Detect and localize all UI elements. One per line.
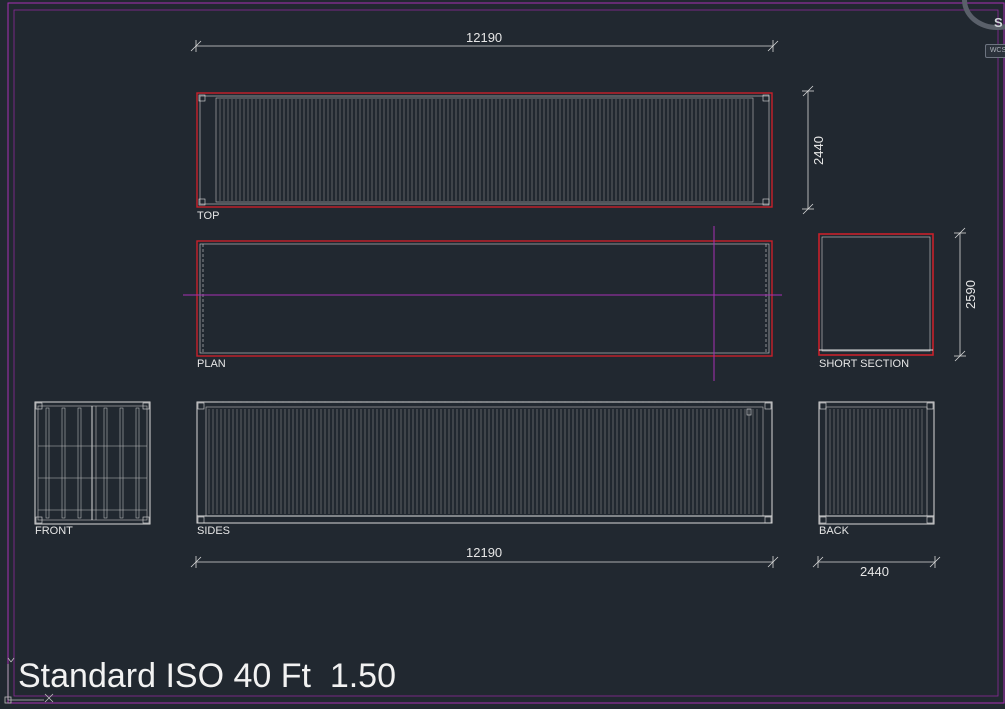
viewcube-face-label[interactable]: S xyxy=(994,16,1003,29)
top-view[interactable] xyxy=(196,92,773,208)
sides-view[interactable] xyxy=(196,401,773,524)
dimension-text-back-width: 2440 xyxy=(860,564,889,579)
front-view[interactable] xyxy=(34,401,151,525)
dimension-text-sides-length: 12190 xyxy=(466,545,503,560)
view-label-sides: SIDES xyxy=(197,525,231,537)
dimension-text-section-height: 2590 xyxy=(963,280,978,309)
wcs-menu-button[interactable]: WCS xyxy=(985,44,1005,58)
view-label-back: BACK xyxy=(819,525,849,537)
dimension-text-top-length: 12190 xyxy=(466,30,503,45)
dimension-text-top-width: 2440 xyxy=(811,136,826,165)
view-label-plan: PLAN xyxy=(197,358,226,370)
view-label-front: FRONT xyxy=(35,525,73,537)
back-view[interactable] xyxy=(818,401,935,525)
view-label-top: TOP xyxy=(197,210,220,222)
short-section-view[interactable] xyxy=(818,233,934,356)
drawing-title: Standard ISO 40 Ft 1.50 xyxy=(18,657,397,695)
drawing-canvas[interactable] xyxy=(0,0,1005,709)
plan-view[interactable] xyxy=(183,226,782,381)
view-label-short-section: SHORT SECTION xyxy=(819,358,910,370)
